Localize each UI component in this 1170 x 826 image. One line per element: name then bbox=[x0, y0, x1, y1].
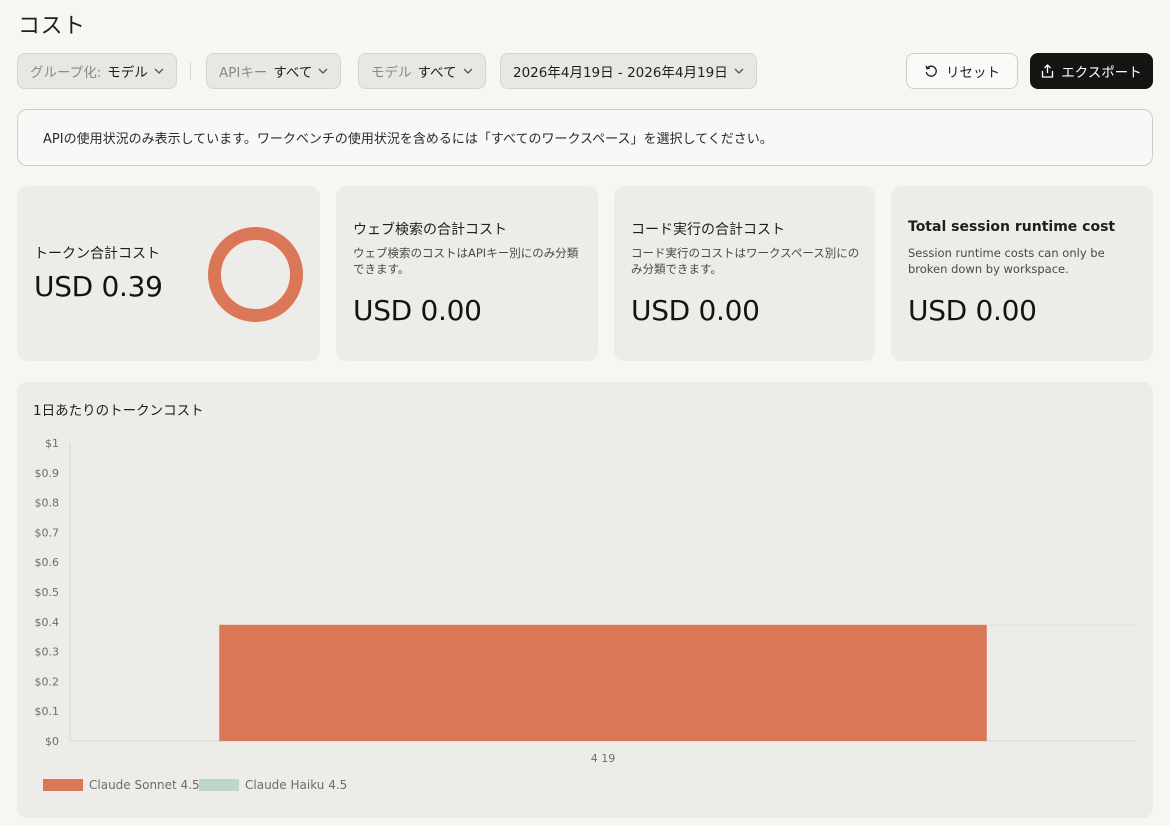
code-exec-cost-title: コード実行の合計コスト bbox=[631, 222, 785, 238]
token-cost-donut bbox=[208, 227, 303, 322]
y-tick-label: $0.5 bbox=[35, 586, 60, 599]
y-tick-label: $0.1 bbox=[35, 705, 60, 718]
bar-claude-sonnet-4-5[interactable] bbox=[219, 624, 987, 741]
daily-token-cost-chart: $0 $0.1 $0.2 $0.3 $0.4 $0.5 $0.6 $0.7 $0.8 $0.9 $1… bbox=[35, 437, 1136, 765]
y-tick-label: $0.7 bbox=[35, 526, 60, 539]
legend-label: Claude Haiku 4.5 bbox=[245, 778, 348, 792]
filter-divider bbox=[190, 62, 191, 80]
model-dropdown[interactable]: モデル すべて bbox=[358, 53, 486, 89]
export-icon bbox=[1042, 64, 1054, 78]
chevron-down-icon bbox=[318, 68, 328, 74]
date-range-value: 2026年4月19日 - 2026年4月19日 bbox=[513, 65, 728, 81]
y-tick-label: $0.8 bbox=[35, 497, 60, 510]
group-by-dropdown[interactable]: グループ化: モデル bbox=[17, 53, 177, 89]
y-tick-label: $0.4 bbox=[35, 616, 60, 629]
legend-swatch bbox=[199, 779, 239, 791]
export-button[interactable]: エクスポート bbox=[1030, 53, 1153, 89]
group-by-label: グループ化: bbox=[30, 65, 102, 81]
web-search-cost-card: ウェブ検索の合計コスト ウェブ検索のコストはAPIキー別にのみ分類できます。 U… bbox=[336, 186, 598, 361]
legend-item[interactable]: Claude Sonnet 4.5 bbox=[43, 778, 200, 792]
session-runtime-cost-value: USD 0.00 bbox=[908, 294, 1037, 327]
export-label: エクスポート bbox=[1061, 65, 1142, 81]
session-runtime-cost-card: Total session runtime cost Session runti… bbox=[891, 186, 1153, 361]
model-label: モデル bbox=[371, 65, 412, 81]
y-tick-label: $0.3 bbox=[35, 646, 60, 659]
code-exec-cost-card: コード実行の合計コスト コード実行のコストはワークスペース別にのみ分類できます。… bbox=[614, 186, 875, 361]
api-key-dropdown[interactable]: APIキー すべて bbox=[206, 53, 342, 89]
y-tick-label: $0.6 bbox=[35, 556, 60, 569]
api-key-label: APIキー bbox=[219, 65, 268, 81]
legend-label: Claude Sonnet 4.5 bbox=[89, 778, 200, 792]
chevron-down-icon bbox=[734, 68, 744, 74]
web-search-cost-desc: ウェブ検索のコストはAPIキー別にのみ分類できます。 bbox=[353, 246, 579, 276]
workspace-notice: APIの使用状況のみ表示しています。ワークベンチの使用状況を含めるには「すべての… bbox=[17, 109, 1153, 166]
reset-button[interactable]: リセット bbox=[906, 53, 1018, 89]
code-exec-cost-desc: コード実行のコストはワークスペース別にのみ分類できます。 bbox=[631, 246, 860, 276]
y-tick-label: $1 bbox=[45, 437, 59, 450]
session-runtime-cost-title: Total session runtime cost bbox=[908, 219, 1116, 235]
reset-icon bbox=[925, 65, 937, 77]
chevron-down-icon bbox=[154, 68, 164, 74]
web-search-cost-value: USD 0.00 bbox=[353, 294, 482, 327]
web-search-cost-title: ウェブ検索の合計コスト bbox=[353, 222, 507, 238]
token-cost-title: トークン合計コスト bbox=[34, 246, 160, 262]
api-key-value: すべて bbox=[273, 65, 313, 81]
x-tick-label: 4 19 bbox=[591, 752, 616, 765]
daily-token-cost-chart-card: 1日あたりのトークンコスト $0 $0.1 $0.2 $0.3 $0.4 $0.5 $0.6… bbox=[17, 382, 1153, 818]
token-cost-value: USD 0.39 bbox=[34, 270, 163, 303]
session-runtime-cost-desc: Session runtime costs can only be broken… bbox=[908, 246, 1105, 276]
group-by-value: モデル bbox=[107, 65, 148, 81]
y-tick-label: $0 bbox=[45, 735, 59, 748]
legend-swatch bbox=[43, 779, 83, 791]
code-exec-cost-value: USD 0.00 bbox=[631, 294, 760, 327]
chevron-down-icon bbox=[463, 68, 472, 74]
legend-item[interactable]: Claude Haiku 4.5 bbox=[199, 778, 347, 792]
y-tick-label: $0.2 bbox=[35, 675, 60, 688]
date-range-picker[interactable]: 2026年4月19日 - 2026年4月19日 bbox=[500, 53, 757, 89]
y-tick-label: $0.9 bbox=[35, 467, 60, 480]
token-cost-card: トークン合計コスト USD 0.39 bbox=[17, 186, 320, 361]
page-title: コスト bbox=[18, 14, 86, 39]
reset-label: リセット bbox=[946, 65, 1000, 81]
model-value: すべて bbox=[417, 65, 457, 81]
notice-text: APIの使用状況のみ表示しています。ワークベンチの使用状況を含めるには「すべての… bbox=[43, 132, 773, 147]
